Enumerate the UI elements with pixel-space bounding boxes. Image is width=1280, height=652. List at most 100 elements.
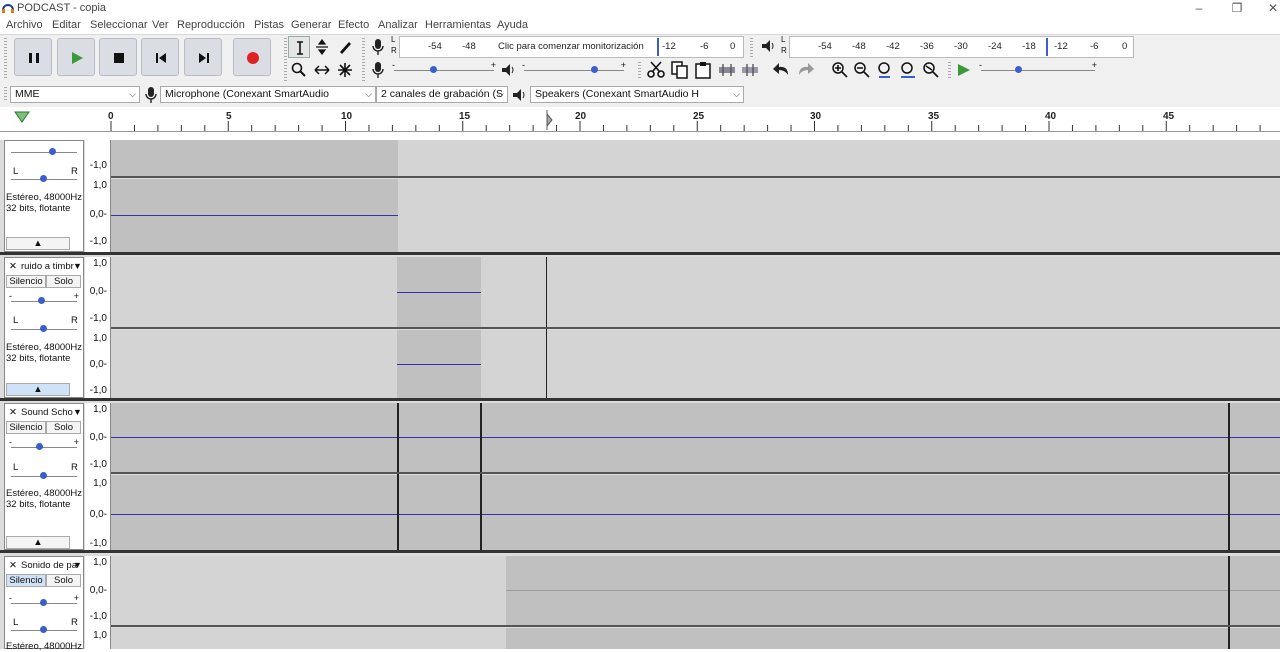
pause-button[interactable]: [14, 38, 52, 76]
track-2-collapse-button[interactable]: ▲: [6, 383, 70, 396]
timeline-ruler[interactable]: [0, 107, 1280, 132]
edit-grip[interactable]: [638, 62, 641, 80]
menu-herramientas[interactable]: Herramientas: [425, 19, 491, 31]
recording-volume-slider[interactable]: - +: [390, 59, 498, 81]
track-3-pan-slider[interactable]: [7, 465, 81, 487]
track-2-close-button[interactable]: ✕: [9, 261, 17, 272]
menu-seleccionar[interactable]: Seleccionar: [90, 19, 147, 31]
multi-tool[interactable]: [334, 59, 356, 81]
track-3-mute-button[interactable]: Silencio: [6, 421, 46, 434]
menu-analizar[interactable]: Analizar: [378, 19, 418, 31]
play-speed-slider[interactable]: - +: [977, 59, 1099, 81]
slider-knob[interactable]: [36, 443, 43, 450]
slider-knob[interactable]: [40, 325, 47, 332]
time-shift-tool[interactable]: [311, 59, 333, 81]
play-meter-grip[interactable]: [750, 38, 753, 58]
track-1-collapse-button[interactable]: ▲: [6, 237, 70, 250]
track-3-name[interactable]: Sound Scho: [21, 407, 73, 418]
track-3-gain-slider[interactable]: - +: [7, 436, 81, 458]
paste-icon[interactable]: [693, 61, 713, 79]
slider-knob[interactable]: [591, 66, 598, 73]
transport-grip[interactable]: [4, 38, 7, 80]
recording-meter[interactable]: -54 -48 Clic para comenzar monitorizació…: [399, 36, 744, 58]
slider-knob[interactable]: [40, 626, 47, 633]
track-2-pan-slider[interactable]: [7, 318, 81, 340]
track-4-menu-icon[interactable]: ▼: [73, 560, 82, 570]
track-2-mute-button[interactable]: Silencio: [6, 275, 46, 288]
redo-icon[interactable]: [795, 61, 815, 79]
slider-knob[interactable]: [38, 297, 45, 304]
track-2-lane-left[interactable]: [111, 257, 1280, 327]
device-grip[interactable]: [4, 87, 7, 102]
track-3-menu-icon[interactable]: ▼: [73, 407, 82, 417]
track-3-control-panel[interactable]: ✕ Sound Scho ▼ Silencio Solo - + L R Esté…: [4, 403, 84, 550]
fit-selection-icon[interactable]: [876, 61, 894, 79]
minimize-button[interactable]: –: [1184, 0, 1214, 17]
menu-pistas[interactable]: Pistas: [254, 19, 284, 31]
play-at-speed-icon[interactable]: [956, 62, 972, 78]
stop-button[interactable]: [99, 38, 137, 76]
track-1-gain-slider[interactable]: [7, 141, 81, 163]
meter-grip[interactable]: [362, 38, 365, 82]
menu-ayuda[interactable]: Ayuda: [497, 19, 528, 31]
skip-end-button[interactable]: [184, 38, 222, 76]
track-2-menu-icon[interactable]: ▼: [73, 261, 82, 271]
draw-tool[interactable]: [334, 36, 356, 58]
playback-meter[interactable]: -54 -48 -42 -36 -30 -24 -18 -12 -6 0: [789, 36, 1134, 58]
playback-device-select[interactable]: Speakers (Conexant SmartAudio H ⌵: [530, 86, 744, 103]
tools-grip[interactable]: [284, 38, 287, 82]
track-2-lane-right[interactable]: [111, 330, 1280, 398]
track-2-name[interactable]: ruido a timbr: [21, 261, 74, 272]
track-4-gain-slider[interactable]: - +: [7, 592, 81, 614]
track-4-close-button[interactable]: ✕: [9, 560, 17, 571]
cut-icon[interactable]: [646, 61, 666, 79]
track-1-clip[interactable]: [111, 140, 398, 176]
skip-start-button[interactable]: [141, 38, 179, 76]
zoom-out-icon[interactable]: [853, 61, 871, 79]
menu-ver[interactable]: Ver: [152, 19, 169, 31]
timeline-options-icon[interactable]: [13, 110, 31, 124]
zoom-toggle-icon[interactable]: [922, 61, 940, 79]
zoom-in-icon[interactable]: [831, 61, 849, 79]
playback-volume-slider[interactable]: - +: [520, 59, 628, 81]
track-3-collapse-button[interactable]: ▲: [6, 536, 70, 549]
track-2-gain-slider[interactable]: - +: [7, 290, 81, 312]
track-2-control-panel[interactable]: ✕ ruido a timbr ▼ Silencio Solo - + L R E…: [4, 257, 84, 398]
track-3-clip[interactable]: [111, 475, 1280, 550]
track-4-name[interactable]: Sonido de pa: [21, 560, 77, 571]
copy-icon[interactable]: [670, 61, 690, 79]
track-1-control-panel[interactable]: L R Estéreo, 48000Hz 32 bits, flotante ▲: [4, 140, 84, 252]
track-3-solo-button[interactable]: Solo: [46, 421, 81, 434]
menu-editar[interactable]: Editar: [52, 19, 81, 31]
menu-archivo[interactable]: Archivo: [6, 19, 43, 31]
slider-knob[interactable]: [49, 148, 56, 155]
menu-efecto[interactable]: Efecto: [338, 19, 369, 31]
track-4-clip[interactable]: [506, 628, 1280, 649]
envelope-tool[interactable]: [311, 36, 333, 58]
play-button[interactable]: [57, 38, 95, 76]
undo-icon[interactable]: [772, 61, 792, 79]
track-4-mute-button[interactable]: Silencio: [6, 574, 46, 587]
selection-tool[interactable]: [288, 36, 310, 58]
slider-knob[interactable]: [40, 599, 47, 606]
microphone-icon[interactable]: [371, 38, 385, 56]
fit-project-icon[interactable]: [899, 61, 917, 79]
menu-generar[interactable]: Generar: [291, 19, 331, 31]
slider-knob[interactable]: [1015, 66, 1022, 73]
track-3-close-button[interactable]: ✕: [9, 407, 17, 418]
slider-knob[interactable]: [430, 66, 437, 73]
play-at-speed-grip[interactable]: [948, 62, 951, 80]
track-4-pan-slider[interactable]: [7, 619, 81, 641]
zoom-tool[interactable]: [288, 59, 310, 81]
speaker-icon[interactable]: [760, 38, 776, 54]
restore-button[interactable]: ❐: [1222, 0, 1252, 17]
channels-select[interactable]: 2 canales de grabación (S ⌵: [376, 86, 508, 103]
trim-icon[interactable]: [717, 62, 737, 78]
track-1-pan-slider[interactable]: [7, 168, 81, 190]
slider-knob[interactable]: [40, 175, 47, 182]
menu-reproduccion[interactable]: Reproducción: [177, 19, 245, 31]
slider-knob[interactable]: [40, 472, 47, 479]
close-window-button[interactable]: ✕: [1258, 0, 1280, 17]
silence-icon[interactable]: [740, 62, 760, 78]
track-2-solo-button[interactable]: Solo: [46, 275, 81, 288]
